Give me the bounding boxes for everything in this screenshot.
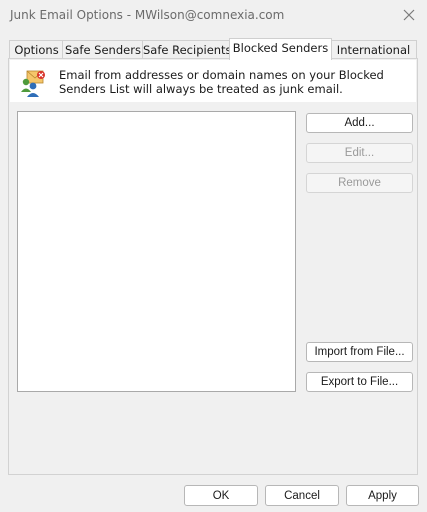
import-from-file-button[interactable]: Import from File... <box>306 342 413 362</box>
title-bar: Junk Email Options - MWilson@comnexia.co… <box>0 0 427 30</box>
edit-button[interactable]: Edit... <box>306 143 413 163</box>
junk-email-options-dialog: Junk Email Options - MWilson@comnexia.co… <box>0 0 427 512</box>
blocked-senders-icon <box>21 70 45 97</box>
blocked-senders-list[interactable] <box>17 111 296 392</box>
panel-header: Email from addresses or domain names on … <box>10 60 416 102</box>
tab-options[interactable]: Options <box>9 40 64 59</box>
tab-international[interactable]: International <box>330 40 417 59</box>
tab-blocked-senders[interactable]: Blocked Senders <box>229 38 332 60</box>
blocked-senders-panel: Email from addresses or domain names on … <box>8 58 418 475</box>
cancel-button[interactable]: Cancel <box>265 485 339 506</box>
ok-button[interactable]: OK <box>184 485 258 506</box>
tab-safe-senders[interactable]: Safe Senders <box>62 40 144 59</box>
export-to-file-button[interactable]: Export to File... <box>306 372 413 392</box>
tab-safe-recipients[interactable]: Safe Recipients <box>142 40 232 59</box>
remove-button[interactable]: Remove <box>306 173 413 193</box>
panel-description: Email from addresses or domain names on … <box>59 68 384 96</box>
close-button[interactable] <box>399 5 419 25</box>
apply-button[interactable]: Apply <box>346 485 419 506</box>
add-button[interactable]: Add... <box>306 113 413 133</box>
close-icon <box>403 9 415 21</box>
window-title: Junk Email Options - MWilson@comnexia.co… <box>10 8 285 22</box>
